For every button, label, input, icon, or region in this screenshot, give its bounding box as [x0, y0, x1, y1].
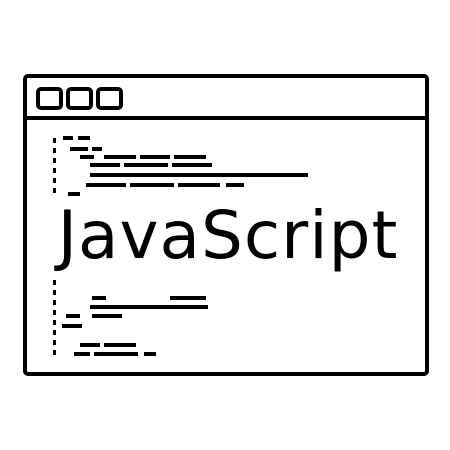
javascript-code-window-icon: JavaScript [0, 0, 450, 450]
javascript-title: JavaScript [48, 196, 408, 276]
